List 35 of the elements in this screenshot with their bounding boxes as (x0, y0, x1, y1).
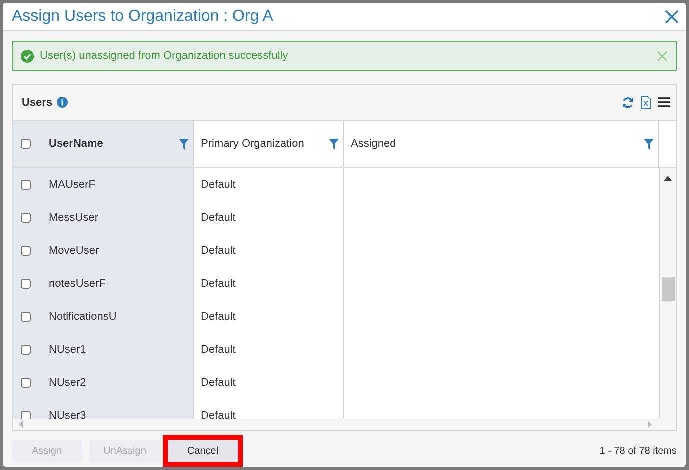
grid-title: Users (22, 96, 53, 108)
menu-button[interactable] (658, 97, 670, 108)
table-cell: notesUserF (13, 267, 194, 300)
select-all-checkbox[interactable] (21, 139, 31, 149)
table-cell: MessUser (13, 201, 194, 234)
row-checkbox[interactable] (21, 246, 31, 256)
table-cell: NUser2 (13, 366, 194, 399)
dialog-title: Assign Users to Organization : Org A (12, 8, 274, 26)
refresh-button[interactable] (622, 96, 634, 108)
column-header[interactable]: UserName (13, 121, 194, 167)
excel-export-button[interactable] (641, 96, 651, 109)
row-checkbox[interactable] (21, 278, 31, 288)
alert-message: User(s) unassigned from Organization successfully (40, 50, 290, 62)
table-cell: MAUserF (13, 168, 194, 201)
table-cell: MoveUser (13, 234, 194, 267)
row-checkbox[interactable] (21, 312, 31, 322)
filter-icon[interactable] (179, 138, 189, 150)
row-checkbox[interactable] (21, 410, 31, 419)
table-cell: NUser3 (13, 399, 194, 419)
dialog-button[interactable]: Cancel (168, 440, 238, 462)
scrollbar-thumb[interactable] (662, 277, 674, 301)
row-checkbox[interactable] (21, 344, 31, 354)
table-cell: NUser1 (13, 333, 194, 366)
row-checkbox[interactable] (21, 212, 31, 222)
info-icon[interactable] (56, 97, 68, 108)
row-checkbox[interactable] (21, 180, 31, 190)
check-circle-icon (21, 50, 34, 62)
filter-icon[interactable] (329, 138, 339, 150)
scroll-up-icon[interactable] (664, 176, 672, 181)
pager-summary: 1 - 78 of 78 items (600, 446, 677, 456)
close-button[interactable] (664, 8, 680, 24)
vertical-scrollbar[interactable] (660, 168, 676, 419)
row-checkbox[interactable] (21, 378, 31, 388)
filter-icon[interactable] (644, 138, 654, 150)
table-cell: NotificationsU (13, 300, 194, 333)
